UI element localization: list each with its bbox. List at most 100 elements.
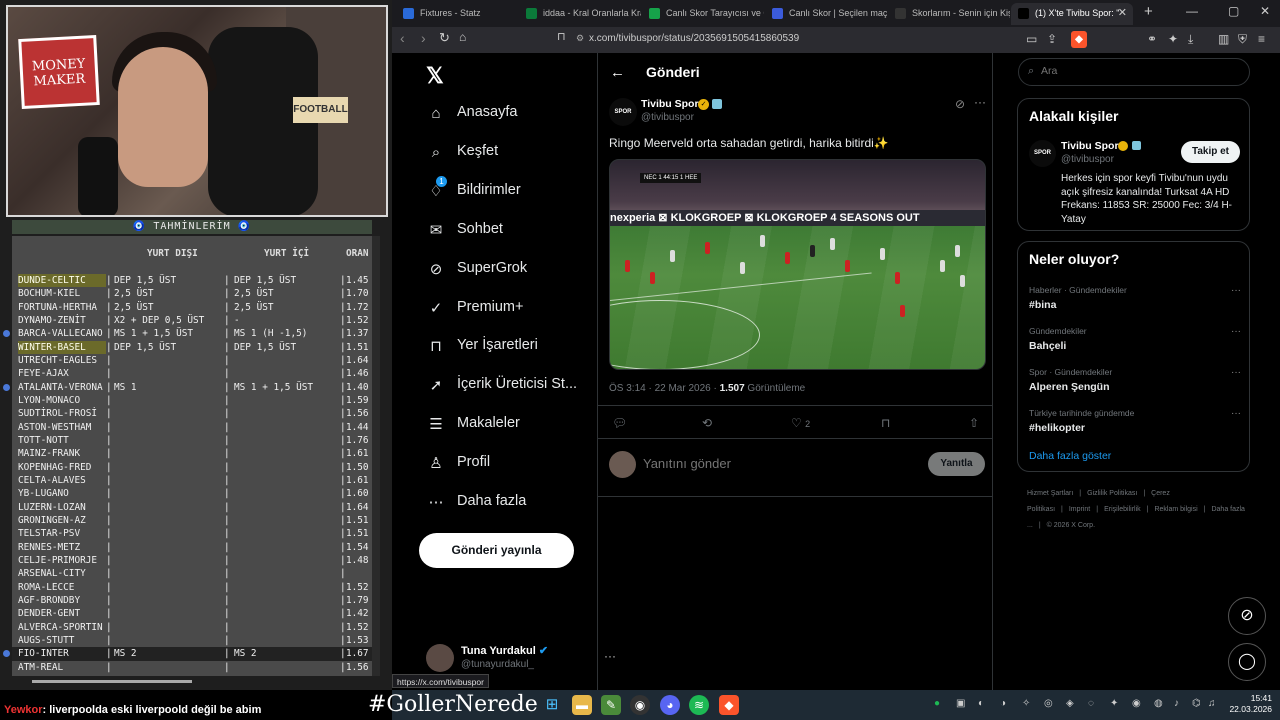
trend-more-icon[interactable]: ··· (1231, 367, 1241, 378)
related-handle[interactable]: @tivibuspor (1061, 154, 1114, 165)
trend-item[interactable]: Spor · Gündemdekiler Alperen Şengün ··· (1029, 367, 1241, 399)
tweet-author-handle[interactable]: @tivibuspor (641, 112, 694, 123)
nvidia-tray-icon[interactable]: ◐ (978, 698, 984, 709)
footer-link[interactable]: Reklam bilgisi (1154, 506, 1197, 513)
trend-item[interactable]: Türkiye tarihinde gündemde #helikopter ··· (1029, 408, 1241, 440)
footer-link[interactable]: © 2026 X Corp. (1047, 522, 1095, 529)
tweet-avatar[interactable]: SPOR (609, 98, 637, 126)
discord-icon[interactable]: ◕ (660, 695, 680, 715)
related-name[interactable]: Tivibu Spor (1061, 140, 1119, 152)
column-separator: | (106, 448, 112, 460)
volume-icon[interactable]: ♫ (1208, 698, 1216, 709)
notepad-icon[interactable]: ✎ (601, 695, 621, 715)
tab-2[interactable]: iddaa - Kral Oranlarla Kral (519, 3, 641, 25)
tweet-more-icon[interactable]: ··· (974, 95, 986, 109)
spotify-tray-icon[interactable]: ● (934, 698, 940, 709)
tray-icon[interactable]: ✦ (1110, 698, 1118, 709)
messages-fab-icon[interactable]: ◯ (1228, 643, 1266, 681)
x-logo-icon[interactable]: 𝕏 (426, 63, 444, 89)
vpn-icon[interactable]: ⚭ (1147, 32, 1157, 46)
show-more-link[interactable]: Daha fazla göster (1029, 450, 1111, 462)
tray-icon[interactable]: ◑ (1000, 698, 1006, 709)
tab-4[interactable]: Canlı Skor | Seçilen maçla (765, 3, 887, 25)
back-nav-icon[interactable]: ‹ (400, 30, 405, 46)
microphone-tray-icon[interactable]: ♪ (1174, 698, 1179, 709)
file-explorer-icon[interactable]: ▬ (572, 695, 592, 715)
close-window-icon[interactable]: ✕ (1260, 4, 1270, 18)
column-separator: | (106, 634, 112, 646)
forward-nav-icon[interactable]: › (421, 30, 426, 46)
site-info-icon[interactable]: ⚙ (576, 33, 584, 44)
table-scrollbar[interactable] (372, 236, 380, 676)
taskbar-clock[interactable]: 15:41 22.03.2026 (1228, 693, 1272, 715)
tray-icon[interactable]: ◉ (1132, 698, 1141, 709)
tweet-time[interactable]: ÖS 3:14 · 22 Mar 2026 · (609, 383, 720, 394)
tray-icon[interactable]: ◈ (1066, 698, 1074, 709)
trend-more-icon[interactable]: ··· (1231, 285, 1241, 296)
bookmark-page-icon[interactable]: ⊓ (557, 30, 566, 43)
network-icon[interactable]: ⌬ (1192, 698, 1201, 709)
column-separator: | (340, 368, 346, 380)
close-tab-icon[interactable]: ✕ (1118, 3, 1127, 23)
grok-icon[interactable]: ⊘ (955, 97, 965, 111)
trend-item[interactable]: Gündemdekiler Bahçeli ··· (1029, 326, 1241, 358)
cast-icon[interactable]: ▭ (1026, 32, 1037, 46)
bookmark-icon[interactable]: ⊓ (881, 416, 890, 430)
column-separator: | (340, 514, 346, 526)
footer-link[interactable]: Erişilebilirlik (1104, 506, 1141, 513)
tray-icon[interactable]: ✧ (1022, 698, 1030, 709)
like-icon[interactable]: ♡ 2 (791, 416, 810, 430)
reload-icon[interactable]: ↻ (439, 30, 450, 46)
new-tab-icon[interactable]: + (1144, 3, 1153, 20)
obs-icon[interactable]: ◉ (630, 695, 650, 715)
grok-fab-icon[interactable]: ⊘ (1228, 597, 1266, 635)
sidebar-icon[interactable]: ▥ (1218, 32, 1229, 46)
share-icon[interactable]: ⇪ (1047, 32, 1057, 46)
tray-icon[interactable]: ▣ (956, 698, 965, 709)
reply-icon[interactable]: 💬︎ (612, 416, 627, 430)
brave-shields-icon[interactable]: ◆ (1071, 31, 1087, 48)
footer-link[interactable]: Hizmet Şartları (1027, 490, 1073, 497)
wallet-icon[interactable]: ⛨ (1238, 32, 1247, 47)
footer-link[interactable]: Gizlilik Politikası (1087, 490, 1137, 497)
tab-5[interactable]: Skorlarım - Senin için Kişi (888, 3, 1010, 25)
tab-6[interactable]: (1) X'te Tivibu Spor: " ✕ (1011, 3, 1133, 25)
trend-more-icon[interactable]: ··· (1231, 408, 1241, 419)
maximize-icon[interactable]: ▢ (1228, 4, 1239, 18)
share-tweet-icon[interactable]: ⇧ (969, 416, 979, 430)
post-button[interactable]: Gönderi yayınla (419, 533, 574, 568)
trend-more-icon[interactable]: ··· (1231, 326, 1241, 337)
tweet-author-name[interactable]: Tivibu Spor (641, 98, 699, 110)
address-bar[interactable]: x.com/tivibuspor/status/2035691505415860… (589, 33, 799, 44)
account-switcher[interactable]: Tuna Yurdakul ✔ @tunayurdakul_ ··· (426, 641, 616, 677)
reply-input[interactable] (643, 456, 903, 471)
minimize-icon[interactable]: — (1186, 4, 1198, 18)
windows-start-icon[interactable]: ⊞ (542, 695, 562, 715)
tab-3[interactable]: Canlı Skor Tarayıcısı ve Ca (642, 3, 764, 25)
related-avatar[interactable]: SPOR (1029, 140, 1056, 167)
brave-taskbar-icon[interactable]: ◆ (719, 695, 739, 715)
download-icon[interactable]: ⤓ (1188, 32, 1193, 47)
tray-icon[interactable]: ◍ (1154, 698, 1163, 709)
search-box[interactable]: ⌕ (1018, 58, 1250, 86)
follow-button[interactable]: Takip et (1181, 141, 1240, 163)
extensions-icon[interactable]: ✦ (1168, 32, 1178, 46)
table-row: FORTUNA-HERTHA | 2,5 ÜST | 2,5 ÜST | 1.72 (12, 301, 374, 314)
back-arrow-icon[interactable]: ← (610, 64, 625, 81)
table-row: YB-LUGANO | | | 1.60 (12, 487, 374, 500)
reply-button[interactable]: Yanıtla (928, 452, 985, 476)
yurt-disi-pick: MS 1 + 1,5 ÜST (114, 328, 194, 340)
spotify-icon[interactable]: ≋ (689, 695, 709, 715)
horizontal-scrollbar[interactable] (32, 680, 192, 683)
tab-1[interactable]: Fixtures - Statz (396, 3, 518, 25)
tweet-video[interactable]: nexperia ⊠ KLOKGROEP ⊠ KLOKGROEP 4 SEASO… (609, 159, 986, 370)
tray-icon[interactable]: ◎ (1044, 698, 1053, 709)
search-input[interactable] (1041, 65, 1221, 77)
footer-link[interactable]: Imprint (1069, 506, 1090, 513)
menu-icon[interactable]: ≡ (1258, 32, 1265, 46)
match-name: ATM-REAL (18, 661, 64, 673)
tray-icon[interactable]: ◌ (1088, 698, 1094, 709)
trend-item[interactable]: Haberler · Gündemdekiler #bina ··· (1029, 285, 1241, 317)
home-button-icon[interactable]: ⌂ (459, 30, 466, 44)
repost-icon[interactable]: ⟲ (702, 416, 712, 430)
